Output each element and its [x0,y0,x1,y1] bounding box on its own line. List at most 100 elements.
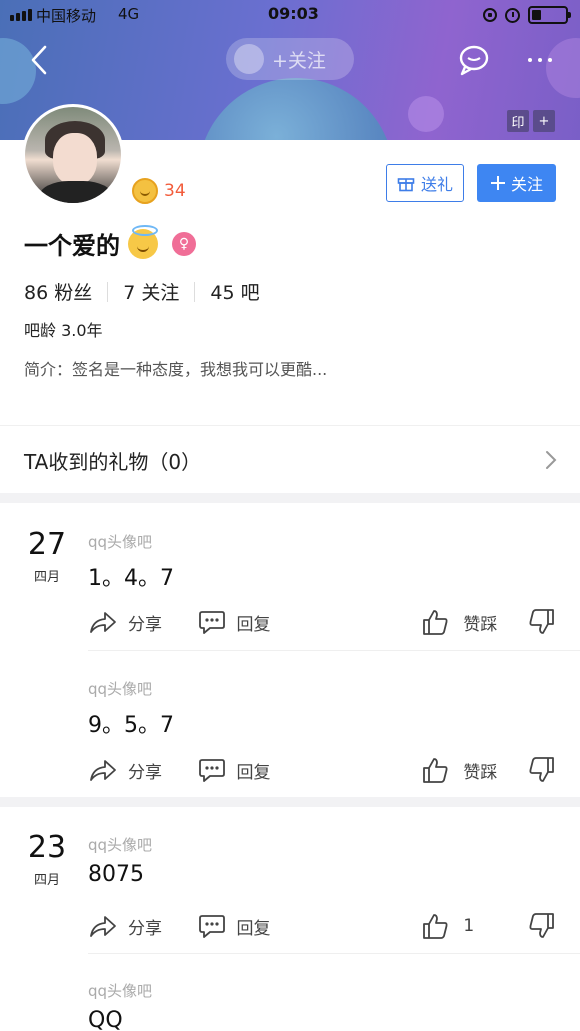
header-follow-label: +关注 [272,49,326,72]
section-divider [0,493,580,503]
post-date: 23 四月 [22,830,72,889]
comment-icon [199,759,226,782]
more-dot-icon [538,58,542,62]
dislike-button[interactable] [528,912,556,940]
more-dot-icon [528,58,532,62]
post-source-bar[interactable]: qq头像吧 [88,834,152,855]
section-divider [0,797,580,807]
stamp-button[interactable]: 印 [507,110,529,132]
post-text[interactable]: 8075 [88,862,144,887]
post-month: 四月 [33,873,60,888]
share-label: 分享 [128,762,162,783]
dislike-button[interactable] [528,756,556,784]
alarm-icon [505,7,520,23]
share-icon [90,760,116,781]
more-dot-icon [548,58,552,62]
follow-button-label: 关注 [510,175,543,194]
thumbs-down-icon [529,757,554,782]
reply-label: 回复 [236,762,271,783]
angel-emoji-icon [128,224,158,259]
post-actions: 分享 回复 1 [88,908,568,944]
post-date: 27 四月 [22,527,72,586]
share-button[interactable]: 分享 [88,913,198,939]
thumbs-down-icon [529,609,554,634]
avatar[interactable] [22,104,124,206]
comment-icon [199,915,226,938]
post-actions: 分享 回复 赞踩 [88,752,568,788]
chevron-right-icon [546,451,557,469]
post-month: 四月 [33,570,60,585]
post-divider [88,650,580,651]
comment-icon [199,611,226,634]
stats-divider [107,281,109,302]
post-day: 27 [27,527,67,562]
dislike-button[interactable] [528,608,556,636]
share-label: 分享 [128,918,162,939]
like-button[interactable]: 1 [421,912,528,940]
post-text[interactable]: 9。5。7 [88,707,174,739]
level-number: 34 [164,181,186,201]
share-button[interactable]: 分享 [88,609,198,635]
vote-count: 1 [463,916,475,936]
female-gender-icon: ♀ [172,231,196,256]
post-source-bar[interactable]: qq头像吧 [88,980,152,1001]
post-source-bar[interactable]: qq头像吧 [88,678,152,699]
reply-label: 回复 [236,614,271,635]
post-day: 23 [27,830,67,865]
vote-label: 赞踩 [463,614,498,635]
username-text: 一个爱的 [24,232,120,260]
gift-button[interactable]: 送礼 [386,164,464,202]
reply-label: 回复 [236,918,271,939]
chevron-left-icon [31,45,47,75]
back-button[interactable] [22,40,56,80]
share-button[interactable]: 分享 [88,757,198,783]
like-button[interactable]: 赞踩 [421,756,528,784]
message-button[interactable] [456,42,492,78]
level-badge[interactable]: 34 [132,178,186,204]
username: 一个爱的 ♀ [24,224,196,261]
level-icon [132,178,158,204]
thumbs-up-icon [423,610,448,635]
network-label: 4G [118,5,140,23]
bars-count[interactable]: 45 吧 [210,278,259,305]
fans-count[interactable]: 86 粉丝 [24,278,92,305]
gift-icon [397,178,415,192]
reply-button[interactable]: 回复 [198,756,421,784]
gift-button-label: 送礼 [420,175,453,194]
avatar [234,44,264,74]
header-follow-button[interactable]: +关注 [226,38,354,80]
reply-button[interactable]: 回复 [198,608,421,636]
bar-age: 吧龄 3.0年 [24,321,103,340]
stamp-add-button[interactable]: + [533,110,555,132]
following-count[interactable]: 7 关注 [123,278,179,305]
follow-button[interactable]: 关注 [477,164,556,202]
banner-decoration [198,78,394,140]
stats-divider [194,281,196,302]
profile-stats: 86 粉丝 7 关注 45 吧 [24,278,260,305]
post-text[interactable]: QQ [88,1008,123,1031]
more-button[interactable] [522,48,558,72]
share-label: 分享 [128,614,162,635]
post-text[interactable]: 1。4。7 [88,560,174,592]
thumbs-up-icon [423,914,448,939]
status-time: 09:03 [268,4,319,23]
post-divider [88,953,580,954]
carrier-label: 中国移动 [36,7,97,25]
profile-bio: 简介：签名是一种态度，我想我可以更酷... [24,360,328,379]
battery-icon [528,6,571,24]
reply-button[interactable]: 回复 [198,912,421,940]
received-gifts-label: TA收到的礼物（0） [24,450,202,474]
share-icon [90,612,116,633]
vote-label: 赞踩 [463,762,498,783]
chat-bubble-icon [459,45,489,76]
thumbs-down-icon [529,913,554,938]
banner-decoration [408,96,444,132]
like-button[interactable]: 赞踩 [421,608,528,636]
plus-icon [490,176,505,190]
thumbs-up-icon [423,758,448,783]
post-source-bar[interactable]: qq头像吧 [88,531,152,552]
post-actions: 分享 回复 赞踩 [88,604,568,640]
signal-icon [10,9,32,21]
received-gifts-row[interactable]: TA收到的礼物（0） [0,425,580,493]
share-icon [90,916,116,937]
